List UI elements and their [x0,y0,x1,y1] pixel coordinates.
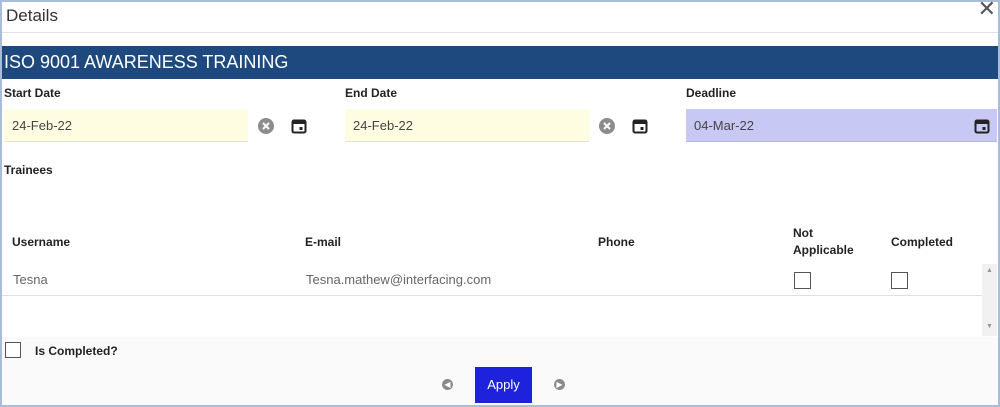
column-header-not-applicable: Not Applicable [793,226,854,257]
next-arrow-icon[interactable]: ▶ [554,379,565,390]
row-divider [2,295,982,296]
scroll-up-icon[interactable]: ▲ [986,267,993,274]
row-email: Tesna.mathew@interfacing.com [306,272,492,287]
is-completed-label: Is Completed? [35,344,118,358]
details-dialog: Details ✕ ISO 9001 AWARENESS TRAINING St… [0,0,1000,407]
apply-button[interactable]: Apply [475,367,532,403]
close-icon[interactable]: ✕ [978,0,996,20]
start-date-label: Start Date [4,86,61,100]
completed-checkbox[interactable] [891,272,908,289]
row-username: Tesna [13,272,48,287]
not-applicable-checkbox[interactable] [794,272,811,289]
column-header-phone: Phone [598,235,635,249]
dialog-header: Details ✕ [2,0,998,33]
training-title-banner: ISO 9001 AWARENESS TRAINING [2,46,998,79]
column-header-completed: Completed [891,235,954,249]
end-date-calendar-icon[interactable] [632,118,648,134]
end-date-label: End Date [345,86,398,100]
column-header-email: E-mail [305,235,342,249]
previous-arrow-icon[interactable]: ◀ [442,379,453,390]
is-completed-checkbox[interactable] [5,342,21,358]
table-scrollbar[interactable]: ▲ ▼ [982,264,997,336]
deadline-label: Deadline [686,86,737,100]
start-date-field[interactable]: 24-Feb-22 [4,109,248,142]
dialog-title: Details [6,6,58,25]
column-header-username: Username [12,235,71,249]
end-date-field[interactable]: 24-Feb-22 [345,109,589,142]
deadline-field[interactable]: 04-Mar-22 [686,109,997,142]
deadline-calendar-icon[interactable] [974,118,990,134]
clear-start-date-icon[interactable] [258,118,274,134]
trainees-label: Trainees [4,163,53,177]
clear-end-date-icon[interactable] [599,118,615,134]
scroll-down-icon[interactable]: ▼ [986,323,993,330]
start-date-calendar-icon[interactable] [291,118,307,134]
